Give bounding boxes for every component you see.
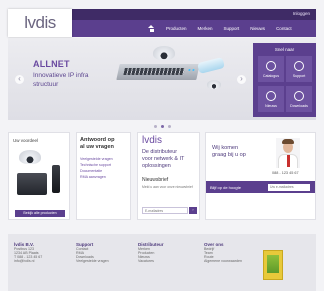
quick-link-support[interactable]: Support <box>286 56 312 82</box>
subscribe-email-input[interactable] <box>268 183 310 191</box>
support-icon <box>294 61 304 71</box>
nav-item-products[interactable]: Producten <box>166 26 187 31</box>
quick-links-title: Snel naar <box>274 47 295 52</box>
faq-link[interactable]: RMA aanvragen <box>80 175 106 179</box>
newsletter-submit-button[interactable]: › <box>189 207 197 214</box>
quick-link-label: Catalogus <box>262 74 280 78</box>
switch-led <box>192 69 195 71</box>
person-hair <box>282 139 294 144</box>
footer-link[interactable]: Algemene voorwaarden <box>204 259 242 263</box>
download-icon <box>294 91 304 101</box>
slider-dot-active[interactable] <box>161 125 164 128</box>
faq-link[interactable]: Veelgestelde vragen <box>80 157 113 161</box>
quick-link-label: Downloads <box>290 104 308 108</box>
footer-email[interactable]: info@lvdis.nl <box>14 259 42 263</box>
contact-line-1: Wij komen <box>212 145 239 151</box>
contact-phone[interactable]: 088 - 123 45 67 <box>272 171 299 175</box>
about-card: lvdis De distributeur voor netwerk & IT … <box>137 132 200 220</box>
dome-camera-image <box>153 46 175 60</box>
desk-phone-image <box>17 173 47 195</box>
bullet-camera-image <box>197 57 225 74</box>
footer-link[interactable]: Veelgestelde vragen <box>76 259 109 263</box>
nav-item-brands[interactable]: Merken <box>198 26 213 31</box>
slider-dot[interactable] <box>168 125 171 128</box>
subscribe-bar: Blijf op de hoogte <box>206 181 315 193</box>
person-tie <box>287 155 290 167</box>
camera-product-image <box>19 150 41 164</box>
home-icon[interactable] <box>148 25 155 32</box>
nav-item-support[interactable]: Support <box>224 26 240 31</box>
quick-link-label: Nieuws <box>265 104 277 108</box>
contact-line-2: graag bij u op <box>212 152 246 158</box>
quick-link-downloads[interactable]: Downloads <box>286 86 312 112</box>
chevron-left-icon[interactable]: ‹ <box>15 75 24 84</box>
nav-item-contact[interactable]: Contact <box>276 26 292 31</box>
switch-ports <box>123 68 185 75</box>
hero-title: ALLNET <box>33 59 70 69</box>
about-line-1: De distributeur <box>142 149 178 155</box>
catalog-icon <box>266 61 276 71</box>
slider-dot[interactable] <box>154 125 157 128</box>
chevron-right-icon[interactable]: › <box>237 75 246 84</box>
footer-column-distributor: Distributeur Merken Producten Nieuws Vac… <box>138 242 164 263</box>
about-line-3: oplossingen <box>142 163 171 169</box>
nav-item-news[interactable]: Nieuws <box>250 26 265 31</box>
subscribe-bar-text: Blijf op de hoogte <box>210 184 241 190</box>
footer-column-about: Over ons Bedrijf Team Route Algemene voo… <box>204 242 242 263</box>
site-footer: lvdis B.V. Postbus 123 1234 AB Plaats T … <box>8 234 316 291</box>
quick-link-catalog[interactable]: Catalogus <box>258 56 284 82</box>
contact-card: Wij komen graag bij u op 088 - 123 45 67… <box>205 132 316 220</box>
newsletter-email-input[interactable] <box>142 207 188 214</box>
footer-column-support: Support Contact RMA Downloads Veelgestel… <box>76 242 109 263</box>
dect-phone-image <box>52 165 60 193</box>
faq-title-line-1: Antwoord op <box>80 137 115 143</box>
faq-link[interactable]: Technische support <box>80 163 111 167</box>
newsletter-title: Nieuwsbrief <box>142 177 169 183</box>
hero-subtitle-line-1: Innovatieve IP infra <box>33 72 89 79</box>
about-line-2: voor netwerk & IT <box>142 156 185 162</box>
login-link[interactable]: Inloggen <box>293 11 310 16</box>
award-badge-icon <box>263 250 283 280</box>
footer-column-company: lvdis B.V. Postbus 123 1234 AB Plaats T … <box>14 242 42 263</box>
nav-menu: Producten Merken Support Nieuws Contact <box>148 20 292 37</box>
faq-title-line-2: al uw vragen <box>80 144 114 150</box>
view-products-button[interactable]: Bekijk alle producten <box>15 210 65 217</box>
hero-subtitle-line-2: structuur <box>33 81 59 88</box>
faq-card: Antwoord op al uw vragen Veelgestelde vr… <box>76 132 131 220</box>
quick-link-label: Support <box>292 74 306 78</box>
network-switch-image <box>116 64 200 80</box>
newsletter-text: Meld u aan voor onze nieuwsbrief <box>142 185 193 189</box>
award-badge-inner <box>267 255 279 273</box>
quick-links-panel: Snel naar Catalogus Support Nieuws Downl… <box>253 43 316 117</box>
hero-slider: ‹ ALLNET Innovatieve IP infra structuur … <box>8 38 316 120</box>
quick-link-news[interactable]: Nieuws <box>258 86 284 112</box>
switch-led <box>188 69 191 71</box>
benefit-title: Uw voordeel <box>13 138 39 143</box>
site-logo[interactable]: lvdis <box>8 9 72 37</box>
news-icon <box>266 91 276 101</box>
faq-link[interactable]: Documentatie <box>80 169 102 173</box>
contact-person-photo <box>276 138 300 168</box>
benefit-card: Uw voordeel Bekijk alle producten <box>8 132 70 220</box>
about-logo: lvdis <box>142 135 163 146</box>
footer-link[interactable]: Vacatures <box>138 259 164 263</box>
mini-camera-image <box>207 80 221 89</box>
